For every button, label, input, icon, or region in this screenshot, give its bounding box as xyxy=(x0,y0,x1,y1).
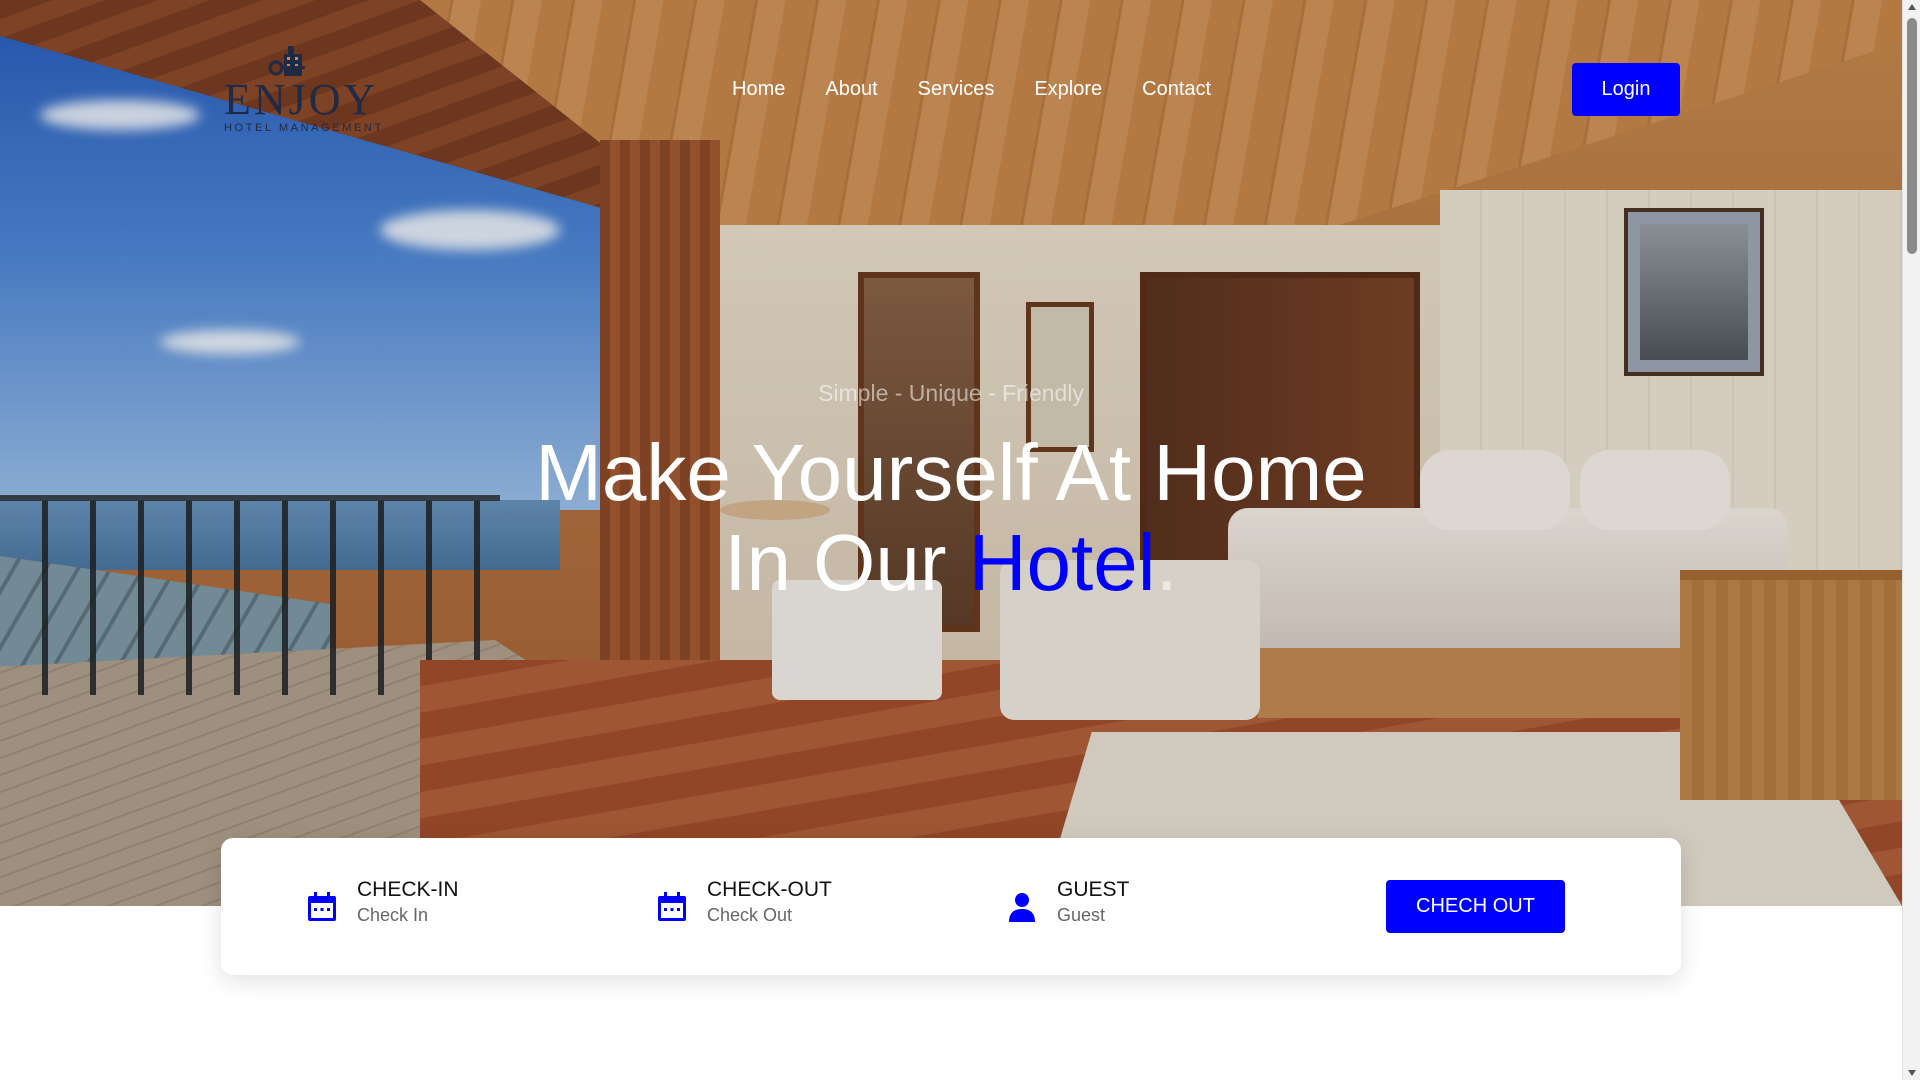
check-out-button[interactable]: CHECH OUT xyxy=(1386,880,1565,933)
scroll-down-arrow-icon[interactable] xyxy=(1908,1070,1916,1076)
user-icon xyxy=(1009,893,1035,922)
hero-tagline: Simple - Unique - Friendly xyxy=(818,380,1084,406)
scrollbar-thumb[interactable] xyxy=(1907,18,1917,254)
check-out-value: Check Out xyxy=(707,905,793,925)
headline-accent: Hotel xyxy=(968,518,1156,607)
nav-about-link[interactable]: About xyxy=(805,78,897,100)
scroll-up-arrow-icon[interactable] xyxy=(1908,4,1916,10)
main-nav: Home About Services Explore Contact xyxy=(732,78,1231,100)
hero-section: ENJOY HOTEL MANAGEMENT Home About Servic… xyxy=(0,0,1902,906)
calendar-icon xyxy=(308,892,336,921)
headline-period: . xyxy=(1155,518,1178,607)
brand-subtitle: HOTEL MANAGEMENT xyxy=(224,122,384,134)
check-out-field[interactable]: CHECK-OUT Check Out xyxy=(655,878,832,928)
brand-name: ENJOY xyxy=(224,75,379,124)
headline-line-2-prefix: In Our xyxy=(724,518,969,607)
booking-bar: CHECK-IN Check In CHECK-OUT Check Out GU… xyxy=(221,838,1681,975)
hero-headline: Make Yourself At Home In Our Hotel. xyxy=(0,428,1902,608)
check-out-label: CHECK-OUT xyxy=(707,878,832,901)
check-in-value: Check In xyxy=(357,905,429,925)
calendar-icon xyxy=(658,892,686,921)
nav-services-link[interactable]: Services xyxy=(898,78,1015,100)
check-in-label: CHECK-IN xyxy=(357,878,459,901)
page: ENJOY HOTEL MANAGEMENT Home About Servic… xyxy=(0,0,1920,1080)
login-button[interactable]: Login xyxy=(1572,63,1680,116)
nav-home-link[interactable]: Home xyxy=(732,78,805,100)
guest-value: Guest xyxy=(1057,905,1106,925)
headline-line-1: Make Yourself At Home xyxy=(535,428,1367,517)
guest-field[interactable]: GUEST Guest xyxy=(1005,878,1129,928)
page-scrollbar[interactable] xyxy=(1902,0,1920,1080)
check-in-field[interactable]: CHECK-IN Check In xyxy=(305,878,459,928)
brand-logo[interactable]: ENJOY HOTEL MANAGEMENT xyxy=(222,44,381,134)
guest-label: GUEST xyxy=(1057,878,1130,901)
nav-contact-link[interactable]: Contact xyxy=(1122,78,1231,100)
nav-explore-link[interactable]: Explore xyxy=(1014,78,1122,100)
